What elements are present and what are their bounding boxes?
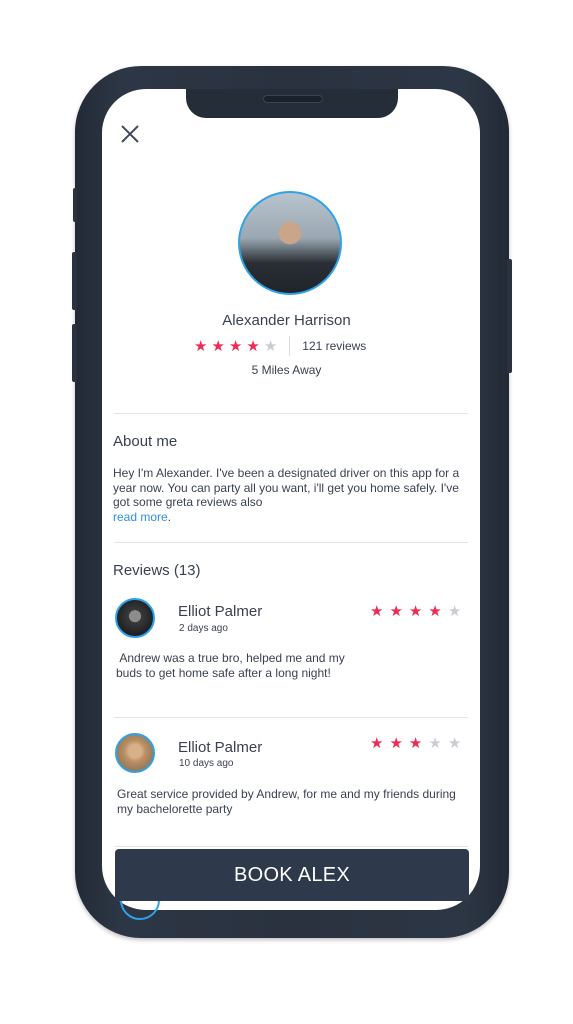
about-text: Hey I'm Alexander. I've been a designate… bbox=[113, 466, 471, 524]
star-icon: ★ bbox=[194, 337, 208, 355]
close-icon[interactable] bbox=[118, 122, 142, 146]
profile-name: Alexander Harrison bbox=[222, 312, 351, 329]
reviews-title: Reviews (13) bbox=[113, 562, 201, 579]
reviewer-name: Elliot Palmer bbox=[178, 739, 263, 756]
star-icon: ★ bbox=[389, 735, 403, 752]
reviewer-avatar bbox=[115, 733, 155, 773]
review-count[interactable]: 121 reviews bbox=[302, 339, 366, 353]
review-date: 2 days ago bbox=[179, 623, 228, 634]
reviewer-avatar bbox=[115, 598, 155, 638]
star-icon: ★ bbox=[408, 603, 423, 620]
phone-speaker bbox=[263, 95, 323, 103]
star-icon: ★ bbox=[246, 337, 260, 355]
star-icon: ★ bbox=[428, 603, 442, 620]
about-title: About me bbox=[113, 433, 178, 450]
read-more-suffix: . bbox=[167, 509, 172, 524]
reviewer-name: Elliot Palmer bbox=[178, 603, 263, 620]
review-star-rating: ★ ★ ★ ★ ★ bbox=[370, 604, 461, 619]
profile-star-rating: ★ ★ ★ ★ ★ bbox=[194, 339, 277, 354]
profile-avatar bbox=[238, 191, 342, 295]
star-icon: ★ bbox=[447, 735, 462, 752]
star-icon: ★ bbox=[408, 735, 423, 752]
rating-divider bbox=[289, 336, 291, 356]
mute-switch bbox=[73, 188, 77, 222]
review-text: Andrew was a true bro, helped me and my … bbox=[116, 651, 349, 680]
divider bbox=[114, 542, 468, 543]
review-star-rating: ★ ★ ★ ★ ★ bbox=[370, 736, 461, 751]
star-icon: ★ bbox=[370, 603, 384, 620]
divider bbox=[114, 846, 468, 847]
star-icon: ★ bbox=[389, 603, 403, 620]
review-text: Great service provided by Andrew, for me… bbox=[117, 787, 456, 816]
profile-rating-row: ★ ★ ★ ★ ★ 121 reviews bbox=[194, 336, 366, 356]
distance-label: 5 Miles Away bbox=[251, 363, 322, 377]
book-button[interactable]: BOOK ALEX bbox=[115, 849, 469, 901]
star-icon: ★ bbox=[263, 337, 278, 355]
review-date: 10 days ago bbox=[179, 758, 234, 769]
divider bbox=[114, 717, 468, 718]
phone-notch bbox=[186, 89, 398, 118]
star-icon: ★ bbox=[228, 337, 243, 355]
read-more-link[interactable]: read more bbox=[113, 510, 168, 524]
volume-up-button bbox=[72, 252, 77, 310]
divider bbox=[114, 413, 468, 414]
star-icon: ★ bbox=[428, 735, 442, 752]
star-icon: ★ bbox=[211, 337, 225, 355]
about-body: Hey I'm Alexander. I've been a designate… bbox=[113, 466, 460, 509]
star-icon: ★ bbox=[447, 603, 462, 620]
star-icon: ★ bbox=[370, 735, 384, 752]
